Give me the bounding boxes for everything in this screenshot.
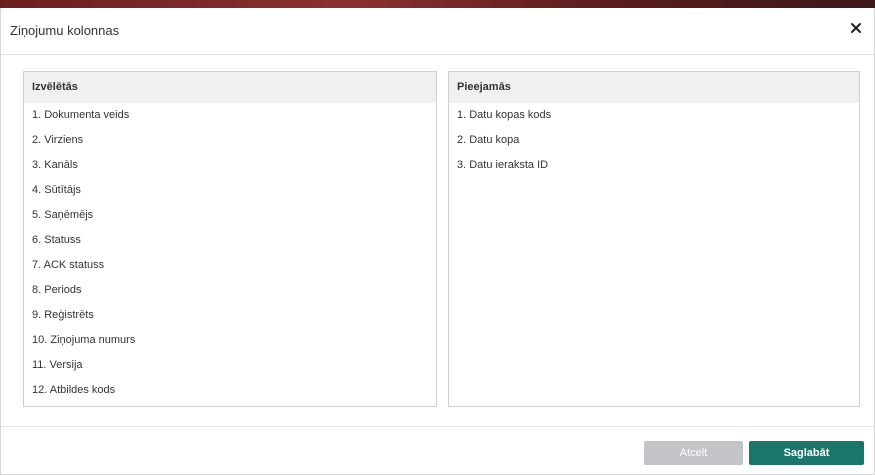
selected-column-item[interactable]: 1. Dokumenta veids bbox=[24, 103, 436, 128]
selected-column-item[interactable]: 4. Sūtītājs bbox=[24, 178, 436, 203]
cancel-button[interactable]: Atcelt bbox=[644, 441, 743, 465]
selected-column-item[interactable]: 9. Reģistrēts bbox=[24, 303, 436, 328]
selected-columns-header: Izvēlētās bbox=[24, 72, 436, 103]
dialog-title: Ziņojumu kolonnas bbox=[10, 23, 120, 38]
available-column-item[interactable]: 2. Datu kopa bbox=[449, 128, 859, 153]
selected-column-item[interactable]: 8. Periods bbox=[24, 278, 436, 303]
dialog-footer: Atcelt Saglabāt bbox=[1, 426, 874, 475]
available-column-item[interactable]: 3. Datu ieraksta ID bbox=[449, 153, 859, 178]
save-button[interactable]: Saglabāt bbox=[749, 441, 864, 465]
selected-columns-panel: Izvēlētās 1. Dokumenta veids 2. Virziens… bbox=[23, 71, 437, 407]
selected-column-item[interactable]: 10. Ziņojuma numurs bbox=[24, 328, 436, 353]
close-icon[interactable] bbox=[849, 21, 863, 35]
selected-column-item[interactable]: 3. Kanāls bbox=[24, 153, 436, 178]
selected-column-item[interactable]: 7. ACK statuss bbox=[24, 253, 436, 278]
background-strip bbox=[0, 0, 875, 8]
selected-column-item[interactable]: 6. Statuss bbox=[24, 228, 436, 253]
available-columns-header: Pieejamās bbox=[449, 72, 859, 103]
available-columns-list: 1. Datu kopas kods 2. Datu kopa 3. Datu … bbox=[449, 103, 859, 178]
selected-columns-list: 1. Dokumenta veids 2. Virziens 3. Kanāls… bbox=[24, 103, 436, 403]
columns-dialog: Ziņojumu kolonnas Izvēlētās 1. Dokumenta… bbox=[0, 8, 875, 475]
dialog-header: Ziņojumu kolonnas bbox=[1, 8, 874, 55]
available-columns-panel: Pieejamās 1. Datu kopas kods 2. Datu kop… bbox=[448, 71, 860, 407]
available-column-item[interactable]: 1. Datu kopas kods bbox=[449, 103, 859, 128]
selected-column-item[interactable]: 11. Versija bbox=[24, 353, 436, 378]
selected-column-item[interactable]: 2. Virziens bbox=[24, 128, 436, 153]
selected-column-item[interactable]: 12. Atbildes kods bbox=[24, 378, 436, 403]
selected-column-item[interactable]: 5. Saņēmējs bbox=[24, 203, 436, 228]
